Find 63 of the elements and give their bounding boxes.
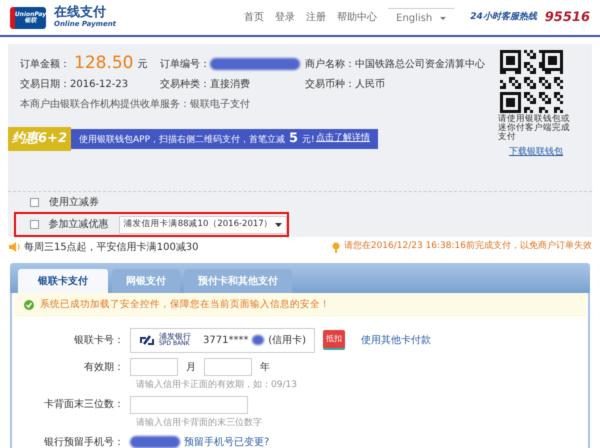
notice-text: 每周三15点起，平安信用卡满100减30 <box>24 240 199 254</box>
field-label: 商户名称： <box>305 58 355 72</box>
lightbulb-icon <box>332 242 340 252</box>
hotline-label: 24小时客服热线 <box>470 10 537 24</box>
currency-unit: 元 <box>137 58 148 72</box>
discount-select[interactable]: 浦发信用卡满88减10（2016-2017） <box>118 216 287 234</box>
nav-link[interactable]: 登录 <box>275 10 296 25</box>
redacted-mark <box>252 335 264 345</box>
promo-link[interactable]: 点击了解详情 <box>316 132 370 146</box>
promo-text: 使用银联钱包APP，扫描右侧二维码支付，首笔立减 <box>78 135 285 146</box>
caret-icon <box>440 16 446 20</box>
checkbox-label: 参加立减优惠 <box>48 218 109 232</box>
field-value: 人民币 <box>355 78 385 92</box>
bank-logo-icon <box>139 334 155 346</box>
field-value: 中国铁路总公司资金清算中心 <box>355 58 485 72</box>
checkbox-label: 使用立减券 <box>49 196 99 210</box>
nav-link[interactable]: 首页 <box>244 10 264 25</box>
card-type: (信用卡) <box>268 334 306 348</box>
hotline-number: 95516 <box>544 8 590 27</box>
qr-code <box>500 50 563 113</box>
field-label: 银行预留手机号： <box>43 436 125 448</box>
deduct-tag: 抵扣 <box>323 330 345 350</box>
qr-caption: 请使用银联钱包或迷你付客户端完成支付 <box>498 115 571 142</box>
field-label: 卡背面末三位数： <box>43 398 125 412</box>
month-input[interactable] <box>130 358 178 376</box>
field-label: 交易种类： <box>160 78 210 92</box>
caret-icon <box>275 222 282 226</box>
nav-link[interactable]: 注册 <box>306 10 326 25</box>
field-label: 交易日期： <box>20 78 70 92</box>
checkbox[interactable] <box>30 220 39 229</box>
check-icon <box>24 300 34 310</box>
speaker-icon <box>8 241 20 253</box>
tab[interactable]: 银联卡支付 <box>18 269 108 293</box>
input-hint: 请输入信用卡正面的有效期，如：09/13 <box>136 379 298 392</box>
checkbox[interactable] <box>30 198 39 206</box>
input-hint: 请输入信用卡背面的末三位数字 <box>136 416 263 430</box>
field-value: 直接消费 <box>210 78 250 92</box>
service-note: 本商户由银联合作机构提供收单服务：银联电子支付 <box>20 98 250 112</box>
field-label: 交易币种： <box>305 78 355 92</box>
phone-changed-link[interactable]: 预留手机号已变更? <box>184 434 270 448</box>
cvv-input[interactable] <box>130 396 248 414</box>
promo-text: 元! <box>302 135 315 146</box>
language-dropdown[interactable]: English <box>388 8 454 28</box>
other-card-link[interactable]: 使用其他卡付款 <box>361 332 431 348</box>
security-message: 系统已成功加载了安全控件，保障您在当前页面输入信息的安全！ <box>40 298 330 312</box>
brand-title: 在线支付 <box>54 6 107 19</box>
field-value: 2016-12-23 <box>70 78 128 92</box>
deadline-notice: 请您在2016/12/23 16:38:16前完成支付，以免商户订单失效 <box>344 240 592 254</box>
field-label: 订单金额： <box>20 58 70 72</box>
order-amount: 128.50 <box>74 52 134 76</box>
bank-name: 浦发银行 <box>159 333 191 341</box>
promo-amount: 5 <box>289 131 298 146</box>
field-label: 有效期： <box>83 360 125 374</box>
redacted-mark <box>130 436 180 448</box>
year-input[interactable] <box>204 358 252 376</box>
download-link[interactable]: 下载银联钱包 <box>498 146 574 160</box>
promo-badge: 约惠6+2 <box>8 127 71 151</box>
field-label: 银联卡号： <box>73 334 125 348</box>
card-number: 3771**** <box>203 334 248 348</box>
field-label: 订单编号： <box>160 58 210 72</box>
unit-label: 年 <box>260 360 270 374</box>
nav-link[interactable]: 帮助中心 <box>337 10 378 25</box>
unit-label: 月 <box>186 360 196 374</box>
